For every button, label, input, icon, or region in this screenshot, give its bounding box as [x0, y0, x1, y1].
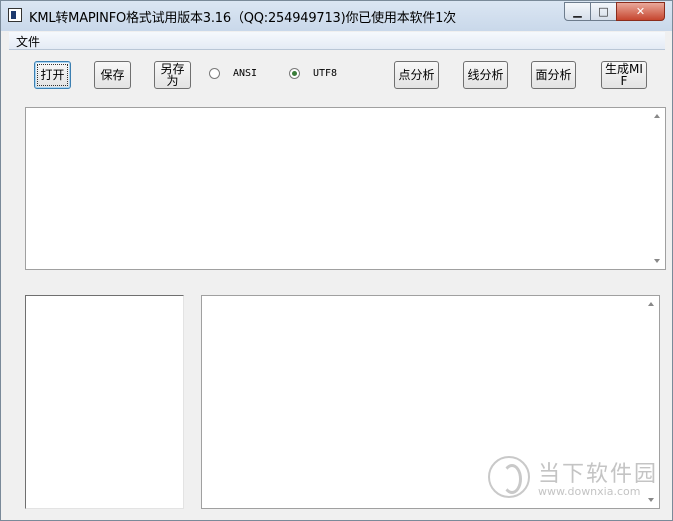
- watermark-url: www.downxia.com: [538, 485, 641, 498]
- kml-content-scrollbar[interactable]: [649, 108, 665, 269]
- title-bar[interactable]: KML转MAPINFO格式试用版本3.16（QQ:254949713)你已使用本…: [1, 1, 672, 31]
- line-analysis-button[interactable]: 线分析: [463, 61, 508, 89]
- close-button[interactable]: ✕: [616, 2, 665, 21]
- encoding-utf8-label: UTF8: [313, 68, 338, 79]
- polygon-analysis-button[interactable]: 面分析: [531, 61, 576, 89]
- save-as-button[interactable]: 另存为: [154, 61, 191, 89]
- point-analysis-button[interactable]: 点分析: [394, 61, 439, 89]
- encoding-ansi-radio[interactable]: ANSI: [209, 68, 257, 79]
- save-button[interactable]: 保存: [94, 61, 131, 89]
- close-icon: ✕: [635, 5, 646, 18]
- menu-file[interactable]: 文件: [16, 33, 40, 50]
- watermark: 当下软件园 www.downxia.com: [488, 456, 658, 506]
- kml-content-textarea[interactable]: [25, 107, 666, 270]
- radio-utf8-circle[interactable]: [289, 68, 300, 79]
- scroll-down-arrow-icon[interactable]: [654, 259, 660, 263]
- maximize-icon: □: [598, 5, 609, 18]
- output-scroll-up-arrow-icon[interactable]: [648, 302, 654, 306]
- downxia-logo-icon: [488, 456, 530, 498]
- scroll-up-arrow-icon[interactable]: [654, 114, 660, 118]
- file-list-box[interactable]: [25, 295, 184, 509]
- minimize-icon: ▁: [573, 5, 582, 18]
- menu-bar: 文件: [9, 32, 665, 50]
- client-area: 打开 保存 另存为 ANSI UTF8 点分析 线分析 面分析 生成MIF: [9, 50, 666, 516]
- minimize-button[interactable]: ▁: [564, 2, 591, 21]
- window-title: KML转MAPINFO格式试用版本3.16（QQ:254949713)你已使用本…: [29, 11, 456, 26]
- generate-mif-button[interactable]: 生成MIF: [601, 61, 647, 89]
- app-icon[interactable]: [8, 8, 22, 22]
- encoding-ansi-label: ANSI: [233, 68, 258, 79]
- radio-ansi-circle[interactable]: [209, 68, 220, 79]
- encoding-utf8-radio[interactable]: UTF8: [289, 68, 337, 79]
- app-window: KML转MAPINFO格式试用版本3.16（QQ:254949713)你已使用本…: [0, 0, 673, 521]
- watermark-text: 当下软件园: [538, 462, 659, 487]
- open-button[interactable]: 打开: [34, 61, 71, 89]
- maximize-button[interactable]: □: [590, 2, 617, 21]
